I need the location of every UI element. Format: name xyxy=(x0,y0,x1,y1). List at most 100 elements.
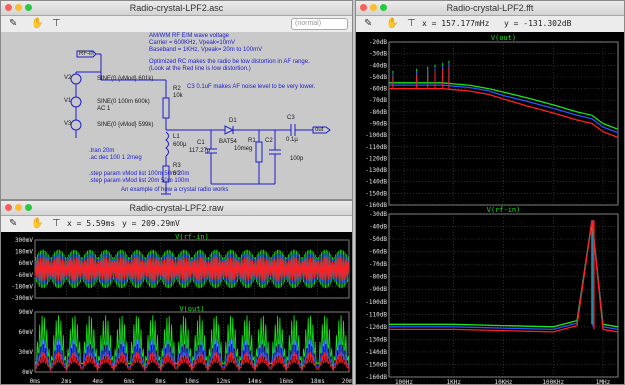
transient-y-tick-label: 300mV xyxy=(15,237,33,244)
search-field[interactable]: (normal) xyxy=(291,18,348,30)
transient-title: Radio-crystal-LPF2.raw xyxy=(129,203,224,213)
transient-series-line xyxy=(34,315,350,368)
l1-symbol xyxy=(165,131,169,157)
c1-label: C1 xyxy=(197,140,205,146)
hand-icon[interactable]: ✋ xyxy=(386,18,398,30)
transient-plot-area[interactable]: 300mV 180mV 60mV -60mV -180mV -300mV V(rf-in) 9… xyxy=(1,232,353,385)
zoom-button[interactable] xyxy=(380,4,387,11)
fft-y-tick-label: -100dB xyxy=(365,299,387,306)
schematic-titlebar[interactable]: Radio-crystal-LPF2.asc xyxy=(1,1,352,16)
fft-y-tick-label: -120dB xyxy=(365,324,387,331)
transient-x-tick-label: 16ms xyxy=(279,378,294,385)
fft-svg: -20dB -30dB -40dB -50dB -60dB -70dB -80dB -90dB… xyxy=(365,34,619,385)
cursor-icon[interactable]: ✎ xyxy=(9,18,17,30)
minimize-button[interactable] xyxy=(15,204,22,211)
r1-value: 10meg xyxy=(234,146,253,152)
transient-x-tick-label: 20ms xyxy=(342,378,353,385)
transient-plot-title: V(out) xyxy=(179,305,204,313)
fft-readout-x: x = 157.177mHz xyxy=(422,19,490,28)
transient-x-tick-label: 2ms xyxy=(61,378,72,385)
schematic-canvas[interactable]: AM/WM RF E/M wave voltage Carrier = 600K… xyxy=(1,32,352,199)
cursor-icon[interactable]: ✎ xyxy=(364,18,372,30)
transient-window: Radio-crystal-LPF2.raw ✎ ✋ ⊤ x = 5.59ms … xyxy=(0,200,353,385)
transient-readout-x: x = 5.59ms xyxy=(67,219,116,228)
cursor-icon[interactable]: ✎ xyxy=(9,218,17,230)
fft-y-tick-label: -80dB xyxy=(369,274,387,281)
note-carrier: Carrier = 600KHz, Vpeak=10mV xyxy=(149,40,236,46)
zoom-button[interactable] xyxy=(25,4,32,11)
transient-x-tick-label: 4ms xyxy=(92,378,103,385)
transient-x-tick-label: 0ms xyxy=(30,378,41,385)
fft-y-tick-label: -40dB xyxy=(369,224,387,231)
hand-icon[interactable]: ✋ xyxy=(31,218,43,230)
directive-ac: .ac dec 100 1 2meg xyxy=(89,155,142,161)
fft-toolbar: ✎ ✋ ⊤ x = 157.177mHz y = -131.302dB xyxy=(356,16,624,33)
transient-svg: 300mV 180mV 60mV -60mV -180mV -300mV V(rf-in) 9… xyxy=(11,233,353,385)
d1-value: BAT54 xyxy=(219,139,237,145)
fft-plot-area[interactable]: -20dB -30dB -40dB -50dB -60dB -70dB -80dB -90dB… xyxy=(356,32,624,385)
fft-y-tick-label: -150dB xyxy=(365,361,387,368)
r3-label-visible: R3 xyxy=(173,163,181,169)
transient-y-tick-label: 90mV xyxy=(19,309,34,316)
fft-y-tick-label: -90dB xyxy=(369,121,387,128)
v3-label: V3 xyxy=(64,121,72,127)
directive-tran: .tran 20m xyxy=(89,148,115,154)
transient-x-tick-label: 8ms xyxy=(155,378,166,385)
fft-plot-title: V(rf-in) xyxy=(487,206,521,214)
r2-value: 10k xyxy=(173,93,183,99)
close-button[interactable] xyxy=(360,4,367,11)
ac1-label: AC 1 xyxy=(97,106,111,112)
fft-y-tick-label: -110dB xyxy=(365,311,387,318)
transient-titlebar[interactable]: Radio-crystal-LPF2.raw xyxy=(1,201,352,216)
transient-plot-title: V(rf-in) xyxy=(175,233,209,241)
hand-icon[interactable]: ✋ xyxy=(31,18,43,30)
fft-y-tick-label: -30dB xyxy=(369,211,387,218)
v1-value: SINE(0 100m 600k) xyxy=(97,99,150,105)
probe-icon[interactable]: ⊤ xyxy=(52,18,61,30)
transient-y-tick-label: -300mV xyxy=(11,295,33,302)
fft-series-line xyxy=(389,220,619,333)
fft-series-line xyxy=(389,82,619,130)
c2-label: C2 xyxy=(265,138,273,144)
transient-y-tick-label: 0mV xyxy=(22,369,33,376)
v2-value: SINE(0 {vMod} 601k) xyxy=(97,76,154,82)
d1-label: D1 xyxy=(229,118,237,124)
transient-y-tick-label: 30mV xyxy=(19,349,34,356)
note-c3: C3 0.1uF makes AF noise level to be very… xyxy=(187,84,316,90)
note-baseband: Baseband = 1KHz, Vpeak= 20m to 100mV xyxy=(149,47,263,53)
transient-y-tick-label: 180mV xyxy=(15,249,33,256)
c3-value: 0.1µ xyxy=(286,137,298,143)
fft-y-tick-label: -70dB xyxy=(369,261,387,268)
out-label: out xyxy=(315,127,324,133)
fft-y-tick-label: -70dB xyxy=(369,97,387,104)
l1-label: L1 xyxy=(173,134,180,140)
schematic-window: Radio-crystal-LPF2.asc ✎ ✋ ⊤ (normal) AM… xyxy=(0,0,353,200)
fft-y-tick-label: -100dB xyxy=(365,132,387,139)
r2-label: R2 xyxy=(173,86,181,92)
probe-icon[interactable]: ⊤ xyxy=(407,18,416,30)
search-placeholder: (normal) xyxy=(295,20,322,27)
zoom-button[interactable] xyxy=(25,204,32,211)
v3-value: SINE(0 {vMod} 599k) xyxy=(97,122,154,128)
r1-symbol xyxy=(255,141,263,163)
note-example: An example of how a crystal radio works xyxy=(121,187,229,193)
probe-icon[interactable]: ⊤ xyxy=(52,218,61,230)
transient-toolbar: ✎ ✋ ⊤ x = 5.59ms y = 209.29mV xyxy=(1,216,352,233)
close-button[interactable] xyxy=(5,204,12,211)
fft-x-tick-label: 1KHz xyxy=(447,379,462,385)
fft-titlebar[interactable]: Radio-crystal-LPF2.fft xyxy=(356,1,624,16)
fft-y-tick-label: -120dB xyxy=(365,155,387,162)
transient-readout-y: y = 209.29mV xyxy=(122,219,180,228)
fft-y-tick-label: -160dB xyxy=(365,374,387,381)
fft-y-tick-label: -80dB xyxy=(369,109,387,116)
minimize-button[interactable] xyxy=(370,4,377,11)
fft-window: Radio-crystal-LPF2.fft ✎ ✋ ⊤ x = 157.177… xyxy=(355,0,625,385)
transient-x-tick-label: 10ms xyxy=(185,378,200,385)
fft-x-tick-label: 100Hz xyxy=(395,379,413,385)
transient-x-tick-label: 6ms xyxy=(124,378,135,385)
minimize-button[interactable] xyxy=(15,4,22,11)
v3-source-symbol xyxy=(70,119,82,131)
close-button[interactable] xyxy=(5,4,12,11)
fft-y-tick-label: -140dB xyxy=(365,179,387,186)
transient-x-tick-label: 18ms xyxy=(310,378,325,385)
